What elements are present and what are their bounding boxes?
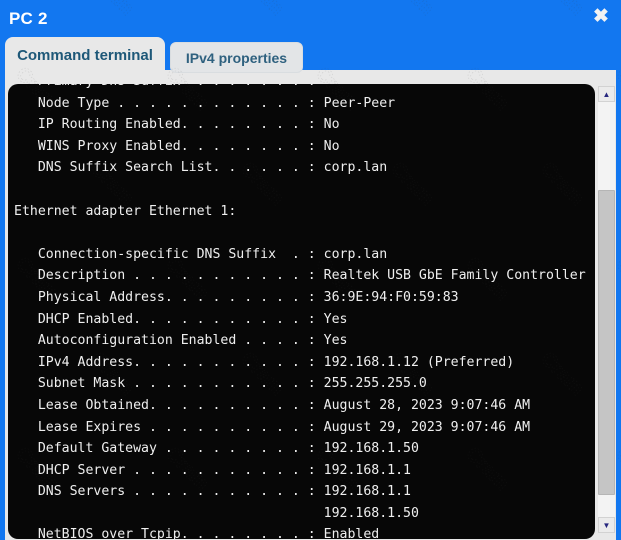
- scroll-up-button[interactable]: ▲: [598, 86, 615, 102]
- tab-command-terminal-label: Command terminal: [17, 47, 153, 64]
- dialog-titlebar: PC 2 ✖: [0, 0, 621, 36]
- scrollbar-track[interactable]: [598, 102, 615, 517]
- tab-ipv4-properties[interactable]: IPv4 properties: [170, 42, 303, 73]
- terminal-screen: Primary Dns Suffix . . . . . . . : Node …: [8, 84, 595, 539]
- scroll-down-button[interactable]: ▼: [598, 517, 615, 533]
- scrollbar-thumb[interactable]: [598, 190, 615, 495]
- dialog-title: PC 2: [9, 9, 48, 29]
- scroll-down-icon: ▼: [603, 521, 611, 530]
- scroll-up-icon: ▲: [603, 90, 611, 99]
- close-icon[interactable]: ✖: [589, 5, 613, 29]
- terminal-scrollbar[interactable]: ▲ ▼: [598, 86, 615, 533]
- terminal-output: Primary Dns Suffix . . . . . . . : Node …: [8, 84, 595, 539]
- pc2-dialog: PC 2 ✖ Command terminal IPv4 properties …: [0, 0, 621, 540]
- tab-panel: Primary Dns Suffix . . . . . . . : Node …: [5, 70, 616, 540]
- tab-command-terminal[interactable]: Command terminal: [5, 37, 165, 77]
- tab-ipv4-properties-label: IPv4 properties: [186, 50, 287, 66]
